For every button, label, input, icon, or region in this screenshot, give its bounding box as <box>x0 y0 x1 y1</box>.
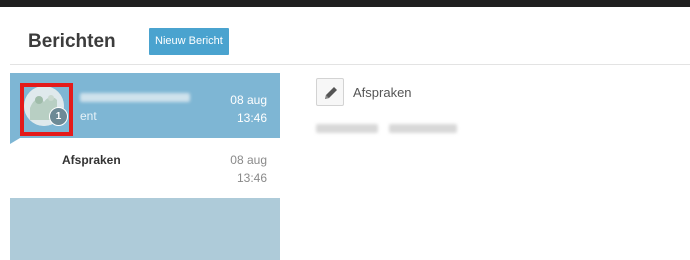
message-list: 1 ent 08 aug 13:46 Afspraken 08 aug 13:4… <box>10 73 280 260</box>
header-divider <box>10 64 690 65</box>
message-date: 08 aug 13:46 <box>230 151 267 187</box>
message-date-time: 13:46 <box>236 171 267 185</box>
sender-name-redacted <box>80 93 190 102</box>
new-message-button[interactable]: Nieuw Bericht <box>149 28 229 55</box>
message-date-time: 13:46 <box>236 111 267 125</box>
detail-redacted-text <box>389 124 457 133</box>
message-list-item-selected[interactable]: 1 ent 08 aug 13:46 <box>10 73 280 138</box>
pencil-icon[interactable] <box>316 78 344 106</box>
message-date-day: 08 aug <box>230 93 267 107</box>
sender-name-fragment: ent <box>80 109 97 123</box>
message-date-day: 08 aug <box>230 153 267 167</box>
detail-subject: Afspraken <box>353 85 412 100</box>
message-subject: Afspraken <box>62 153 121 167</box>
page-title: Berichten <box>28 31 116 52</box>
detail-redacted-text <box>316 124 378 133</box>
top-bar <box>0 0 690 7</box>
highlight-box <box>20 83 73 136</box>
message-date: 08 aug 13:46 <box>230 91 267 127</box>
message-list-item[interactable]: Afspraken 08 aug 13:46 <box>10 138 280 198</box>
